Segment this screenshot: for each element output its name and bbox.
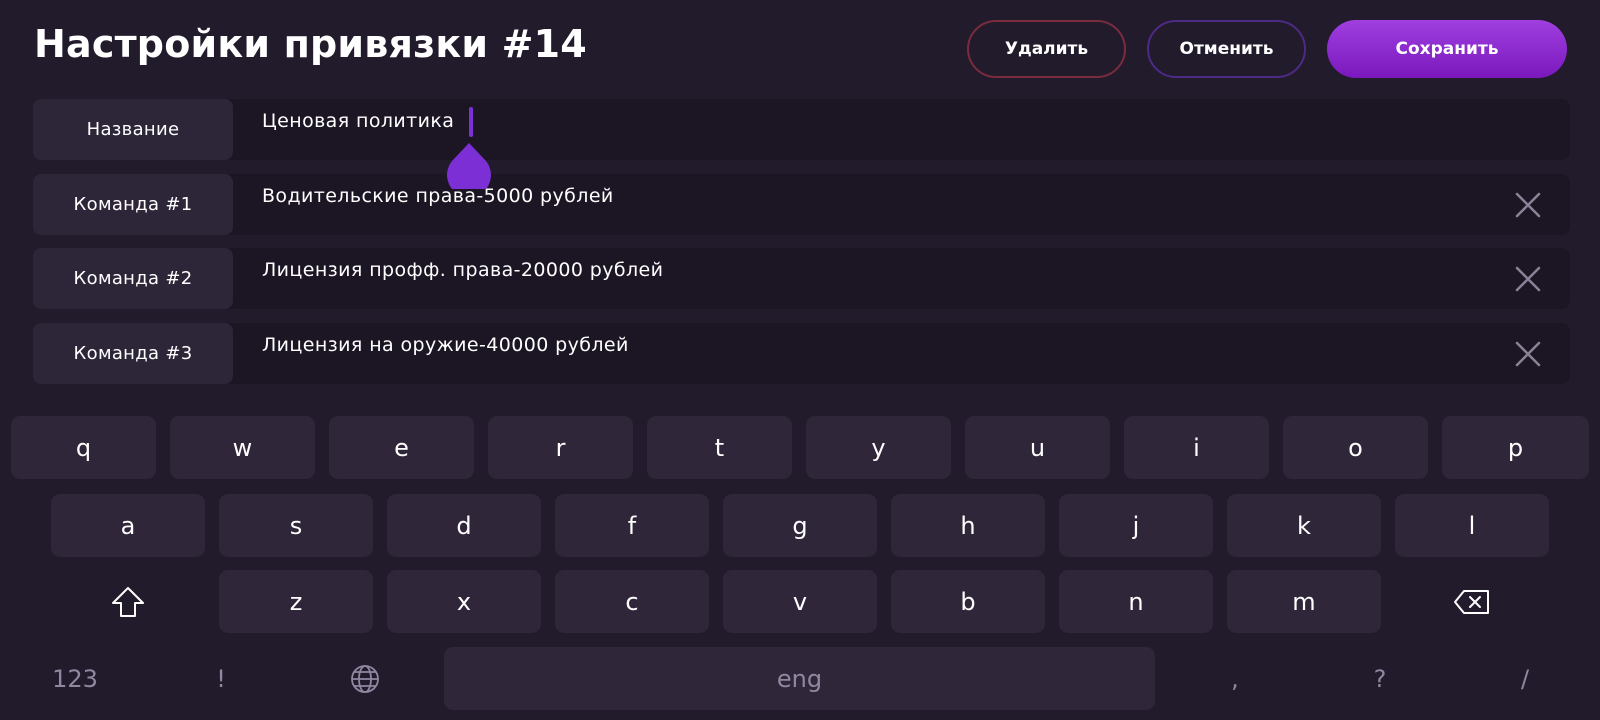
save-button[interactable]: Сохранить bbox=[1327, 20, 1567, 78]
key-n[interactable]: n bbox=[1059, 570, 1213, 633]
field-label-command-3: Команда #3 bbox=[33, 323, 233, 384]
key-w[interactable]: w bbox=[170, 416, 315, 479]
key-v[interactable]: v bbox=[723, 570, 877, 633]
key-c[interactable]: c bbox=[555, 570, 709, 633]
field-row-command-3: Команда #3 Лицензия на оружие-40000 рубл… bbox=[33, 323, 1570, 384]
key-m[interactable]: m bbox=[1227, 570, 1381, 633]
field-label-command-1: Команда #1 bbox=[33, 174, 233, 235]
language-key[interactable] bbox=[330, 647, 400, 710]
slash-key[interactable]: / bbox=[1490, 647, 1560, 710]
delete-button[interactable]: Удалить bbox=[967, 20, 1126, 78]
key-x[interactable]: x bbox=[387, 570, 541, 633]
key-f[interactable]: f bbox=[555, 494, 709, 557]
shift-key[interactable] bbox=[51, 570, 205, 633]
virtual-keyboard: q w e r t y u i o p a s d f g h j k l z … bbox=[0, 410, 1600, 720]
key-k[interactable]: k bbox=[1227, 494, 1381, 557]
key-d[interactable]: d bbox=[387, 494, 541, 557]
space-key[interactable]: eng bbox=[444, 647, 1155, 710]
close-icon[interactable] bbox=[1514, 191, 1542, 219]
numbers-key[interactable]: 123 bbox=[20, 647, 130, 710]
key-b[interactable]: b bbox=[891, 570, 1045, 633]
key-u[interactable]: u bbox=[965, 416, 1110, 479]
key-l[interactable]: l bbox=[1395, 494, 1549, 557]
key-y[interactable]: y bbox=[806, 416, 951, 479]
key-e[interactable]: e bbox=[329, 416, 474, 479]
key-r[interactable]: r bbox=[488, 416, 633, 479]
close-icon[interactable] bbox=[1514, 265, 1542, 293]
globe-icon bbox=[351, 664, 379, 693]
command-1-input[interactable]: Водительские права-5000 рублей bbox=[262, 185, 614, 207]
key-t[interactable]: t bbox=[647, 416, 792, 479]
key-i[interactable]: i bbox=[1124, 416, 1269, 479]
key-p[interactable]: p bbox=[1442, 416, 1589, 479]
key-o[interactable]: o bbox=[1283, 416, 1428, 479]
backspace-icon bbox=[1454, 589, 1489, 614]
key-g[interactable]: g bbox=[723, 494, 877, 557]
field-row-command-2: Команда #2 Лицензия профф. права-20000 р… bbox=[33, 248, 1570, 309]
cursor-handle[interactable] bbox=[446, 141, 492, 189]
text-cursor bbox=[469, 107, 473, 137]
field-label-command-2: Команда #2 bbox=[33, 248, 233, 309]
key-z[interactable]: z bbox=[219, 570, 373, 633]
key-s[interactable]: s bbox=[219, 494, 373, 557]
backspace-key[interactable] bbox=[1395, 570, 1549, 633]
command-3-input[interactable]: Лицензия на оружие-40000 рублей bbox=[262, 334, 629, 356]
key-a[interactable]: a bbox=[51, 494, 205, 557]
cancel-button[interactable]: Отменить bbox=[1147, 20, 1306, 78]
field-row-command-1: Команда #1 Водительские права-5000 рубле… bbox=[33, 174, 1570, 235]
key-q[interactable]: q bbox=[11, 416, 156, 479]
shift-icon bbox=[112, 586, 144, 617]
page-title: Настройки привязки #14 bbox=[34, 22, 587, 66]
close-icon[interactable] bbox=[1514, 340, 1542, 368]
key-j[interactable]: j bbox=[1059, 494, 1213, 557]
comma-key[interactable]: , bbox=[1200, 647, 1270, 710]
question-key[interactable]: ? bbox=[1345, 647, 1415, 710]
field-label-name: Название bbox=[33, 99, 233, 160]
name-input[interactable]: Ценовая политика bbox=[262, 110, 454, 132]
exclaim-key[interactable]: ! bbox=[186, 647, 256, 710]
command-2-input[interactable]: Лицензия профф. права-20000 рублей bbox=[262, 259, 663, 281]
field-row-name: Название Ценовая политика bbox=[33, 99, 1570, 160]
key-h[interactable]: h bbox=[891, 494, 1045, 557]
